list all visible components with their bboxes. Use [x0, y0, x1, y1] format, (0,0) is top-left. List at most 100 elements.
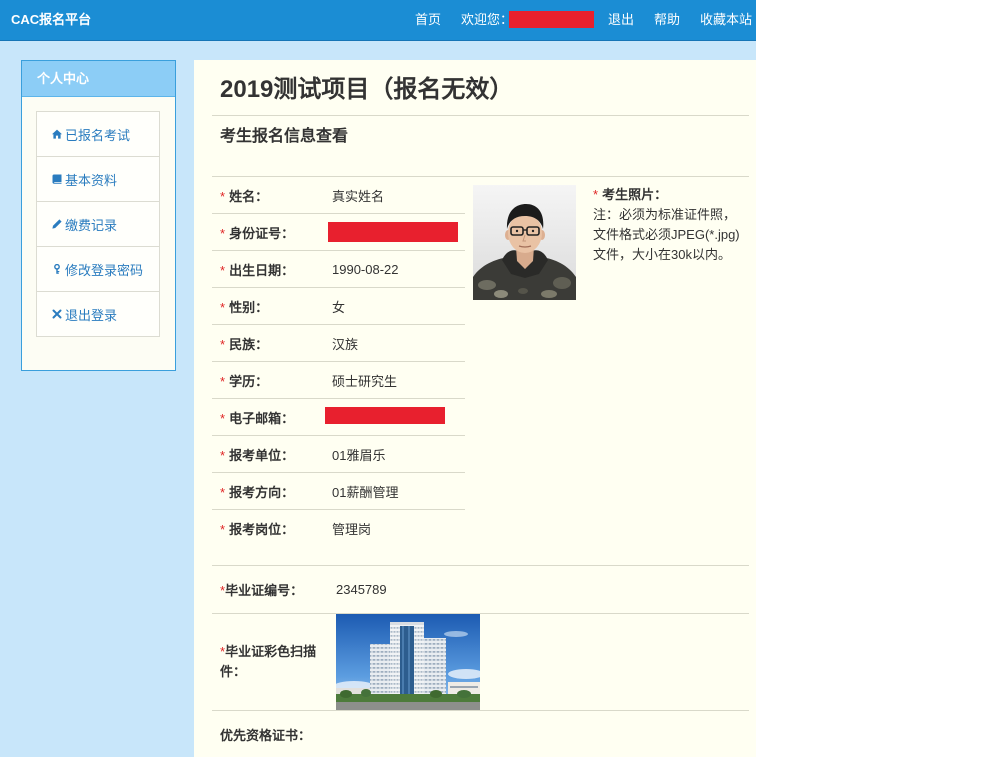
sidebar-item-logout[interactable]: 退出登录 — [36, 292, 160, 337]
field-label: * 报考岗位： — [212, 519, 332, 538]
field-value — [328, 222, 458, 242]
redacted-username — [509, 11, 594, 28]
sidebar-item-label: 已报名考试 — [65, 127, 131, 143]
nav-logout-link[interactable]: 退出 — [608, 0, 634, 40]
field-label-text: 出生日期： — [229, 262, 295, 278]
diploma-scan-row: *毕业证彩色扫描件： — [212, 614, 749, 710]
redacted-id-number — [328, 222, 458, 242]
field-label: * 性别： — [212, 297, 332, 316]
field-label-text: 报考方向： — [229, 484, 295, 500]
field-label-text: 电子邮箱： — [229, 410, 295, 426]
field-value: 真实姓名 — [332, 188, 385, 204]
home-icon-svg — [52, 129, 62, 139]
sidebar-item-registered-exams[interactable]: 已报名考试 — [36, 112, 160, 157]
diploma-scan-label-text: 毕业证彩色扫描件： — [220, 644, 317, 679]
required-mark: * — [220, 336, 226, 352]
required-mark: * — [220, 225, 226, 241]
field-label-text: 学历： — [229, 373, 269, 389]
diploma-scan-image — [336, 614, 480, 710]
field-label-text: 报考岗位： — [229, 522, 295, 537]
sidebar-menu: 已报名考试 基本资料 缴费记录 修改登录密码 退出登录 — [36, 111, 160, 337]
field-label: * 出生日期： — [212, 260, 332, 279]
required-mark: * — [220, 447, 226, 463]
redacted-email — [325, 407, 445, 424]
top-navbar: CAC报名平台 首页 欢迎您： 退出 帮助 收藏本站 — [0, 0, 756, 41]
priority-cert-label: 优先资格证书： — [220, 727, 312, 743]
nav-home-link[interactable]: 首页 — [415, 0, 441, 40]
diploma-scan-label: *毕业证彩色扫描件： — [212, 642, 336, 682]
field-label: * 身份证号： — [212, 223, 332, 242]
field-row-gender: * 性别： 女 — [212, 288, 465, 325]
diploma-number-label-text: 毕业证编号： — [225, 583, 304, 598]
key-icon-svg — [54, 264, 60, 274]
field-value: 01雅眉乐 — [332, 447, 386, 463]
field-label-text: 姓名： — [229, 188, 269, 204]
sidebar-item-label: 修改登录密码 — [65, 262, 144, 278]
field-label-text: 报考单位： — [229, 447, 295, 463]
required-mark: * — [220, 522, 226, 537]
field-label: * 民族： — [212, 334, 332, 353]
brand-link[interactable]: CAC报名平台 — [11, 0, 91, 40]
field-row-applied-position: * 报考岗位： 管理岗 — [212, 510, 465, 547]
diploma-number-value: 2345789 — [336, 582, 387, 597]
pencil-icon — [52, 218, 62, 230]
photo-label: * 考生照片： — [593, 185, 740, 205]
field-label: * 姓名： — [212, 186, 332, 205]
applicant-info-table: * 姓名： 真实姓名 * 身份证号： * 出生日期： 1990-08-22 * 性别： … — [212, 177, 465, 547]
sidebar-item-payment-records[interactable]: 缴费记录 — [36, 202, 160, 247]
required-mark: * — [220, 410, 226, 426]
pencil-icon-svg — [52, 219, 62, 229]
book-icon-svg — [52, 174, 62, 184]
field-label-text: 身份证号： — [229, 225, 295, 241]
diploma-number-row: *毕业证编号： 2345789 — [212, 566, 749, 613]
nav-help-link[interactable]: 帮助 — [654, 0, 680, 40]
photo-note-line: 文件格式必须JPEG(*.jpg) — [593, 227, 740, 242]
diploma-number-label: *毕业证编号： — [212, 580, 336, 599]
field-row-birth-date: * 出生日期： 1990-08-22 — [212, 251, 465, 288]
field-row-education: * 学历： 硕士研究生 — [212, 362, 465, 399]
field-row-email: * 电子邮箱： — [212, 399, 465, 436]
required-mark: * — [593, 187, 599, 202]
field-value — [325, 407, 445, 424]
field-value: 管理岗 — [332, 522, 372, 537]
sidebar-title: 个人中心 — [22, 61, 175, 97]
field-label: * 报考单位： — [212, 445, 332, 464]
field-value: 汉族 — [332, 336, 359, 352]
field-row-applied-direction: * 报考方向： 01薪酬管理 — [212, 473, 465, 510]
field-label: * 电子邮箱： — [212, 408, 332, 427]
field-row-name: * 姓名： 真实姓名 — [212, 177, 465, 214]
divider — [212, 115, 749, 116]
field-label-text: 性别： — [229, 299, 269, 315]
field-value: 01薪酬管理 — [332, 484, 399, 500]
field-value: 硕士研究生 — [332, 373, 398, 389]
page-title: 2019测试项目（报名无效） — [220, 76, 514, 103]
field-row-ethnicity: * 民族： 汉族 — [212, 325, 465, 362]
field-row-applied-unit: * 报考单位： 01雅眉乐 — [212, 436, 465, 473]
sidebar: 个人中心 已报名考试 基本资料 缴费记录 修改登录密码 退出登录 — [21, 60, 176, 371]
home-icon — [52, 128, 62, 140]
section-title: 考生报名信息查看 — [220, 128, 349, 145]
nav-bookmark-link[interactable]: 收藏本站 — [700, 0, 752, 40]
required-mark: * — [220, 262, 226, 278]
sidebar-item-change-password[interactable]: 修改登录密码 — [36, 247, 160, 292]
required-mark: * — [220, 188, 226, 204]
sidebar-item-label: 退出登录 — [65, 307, 118, 323]
close-icon-svg — [52, 309, 62, 319]
sidebar-item-label: 基本资料 — [65, 172, 118, 188]
priority-cert-row: 优先资格证书： — [212, 711, 749, 757]
book-icon — [52, 173, 62, 185]
welcome-text: 欢迎您： — [461, 12, 514, 27]
photo-note-line: 注：必须为标准证件照， — [593, 207, 737, 222]
field-label: * 报考方向： — [212, 482, 332, 501]
field-label: * 学历： — [212, 371, 332, 390]
sidebar-item-basic-info[interactable]: 基本资料 — [36, 157, 160, 202]
main-panel: 2019测试项目（报名无效） 考生报名信息查看 * 姓名： 真实姓名 * 身份证号：… — [194, 60, 756, 757]
close-icon — [52, 308, 62, 320]
field-value: 女 — [332, 299, 346, 315]
field-value: 1990-08-22 — [332, 261, 399, 277]
field-row-id-number: * 身份证号： — [212, 214, 465, 251]
photo-label-text: 考生照片： — [602, 187, 668, 202]
required-mark: * — [220, 484, 226, 500]
applicant-photo — [473, 185, 576, 300]
sidebar-item-label: 缴费记录 — [65, 217, 118, 233]
